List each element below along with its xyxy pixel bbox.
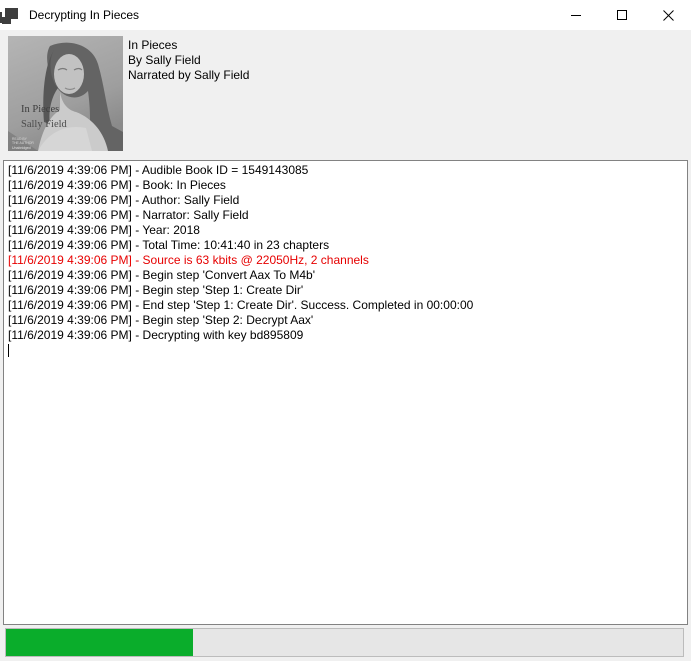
cover-title-text: In Pieces <box>21 104 59 115</box>
log-line: [11/6/2019 4:39:06 PM] - Year: 2018 <box>8 223 685 238</box>
minimize-icon <box>571 15 581 16</box>
text-caret <box>8 344 9 357</box>
maximize-icon <box>617 10 627 20</box>
progress-fill <box>6 629 193 656</box>
cover-author-text: Sally Field <box>21 119 68 130</box>
app-window-icon <box>0 5 19 25</box>
cover-edition-text: Unabridged <box>12 146 31 150</box>
log-line: [11/6/2019 4:39:06 PM] - Author: Sally F… <box>8 193 685 208</box>
window-controls <box>553 0 691 30</box>
book-author: By Sally Field <box>128 53 249 68</box>
log-line: [11/6/2019 4:39:06 PM] - Begin step 'Con… <box>8 268 685 283</box>
log-line: [11/6/2019 4:39:06 PM] - Book: In Pieces <box>8 178 685 193</box>
cover-readby-line2: THE AUTHOR <box>12 141 34 145</box>
log-line: [11/6/2019 4:39:06 PM] - Decrypting with… <box>8 328 685 343</box>
caret-line <box>8 343 685 358</box>
log-line: [11/6/2019 4:39:06 PM] - Audible Book ID… <box>8 163 685 178</box>
minimize-button[interactable] <box>553 0 599 30</box>
title-bar[interactable]: Decrypting In Pieces <box>0 0 691 30</box>
book-cover-image: In Pieces Sally Field READ BY THE AUTHOR… <box>8 36 123 151</box>
log-textbox[interactable]: [11/6/2019 4:39:06 PM] - Audible Book ID… <box>3 160 688 625</box>
log-line: [11/6/2019 4:39:06 PM] - Total Time: 10:… <box>8 238 685 253</box>
log-line: [11/6/2019 4:39:06 PM] - End step 'Step … <box>8 298 685 313</box>
book-info: In Pieces By Sally Field Narrated by Sal… <box>128 38 249 83</box>
book-title: In Pieces <box>128 38 249 53</box>
close-button[interactable] <box>645 0 691 30</box>
book-narrator: Narrated by Sally Field <box>128 68 249 83</box>
log-line: [11/6/2019 4:39:06 PM] - Source is 63 kb… <box>8 253 685 268</box>
log-line: [11/6/2019 4:39:06 PM] - Begin step 'Ste… <box>8 283 685 298</box>
window-title: Decrypting In Pieces <box>29 0 139 30</box>
maximize-button[interactable] <box>599 0 645 30</box>
log-lines: [11/6/2019 4:39:06 PM] - Audible Book ID… <box>8 163 685 343</box>
close-icon <box>663 10 674 21</box>
progress-bar <box>5 628 684 657</box>
log-line: [11/6/2019 4:39:06 PM] - Begin step 'Ste… <box>8 313 685 328</box>
app-window: Decrypting In Pieces <box>0 0 691 661</box>
log-line: [11/6/2019 4:39:06 PM] - Narrator: Sally… <box>8 208 685 223</box>
